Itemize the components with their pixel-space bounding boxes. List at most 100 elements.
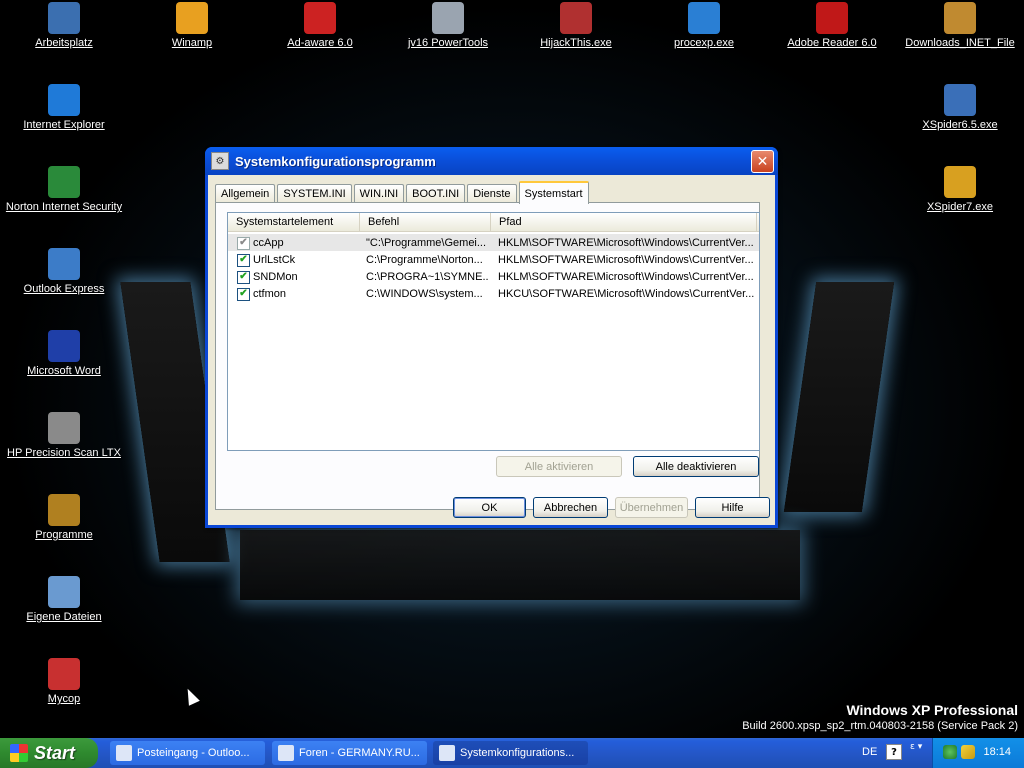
cell-path: HKLM\SOFTWARE\Microsoft\Windows\CurrentV…	[498, 253, 754, 266]
mycop-icon	[48, 658, 80, 690]
window-icon	[116, 745, 132, 761]
taskbar-button-label: Posteingang - Outloo...	[137, 747, 250, 759]
taskbar-button[interactable]: Posteingang - Outloo...	[110, 741, 265, 765]
tab-strip: Allgemein SYSTEM.INI WIN.INI BOOT.INI Di…	[215, 181, 591, 204]
adobe-icon	[816, 2, 848, 34]
desktop-icon-label: XSpider7.exe	[926, 201, 994, 213]
desktop-icon-label: Ad-aware 6.0	[287, 37, 353, 49]
cell-command: C:\PROGRA~1\SYMNE...	[366, 270, 488, 283]
ok-button[interactable]: OK	[453, 497, 526, 518]
desktop-icon-bulb[interactable]: jv16 PowerTools	[384, 2, 512, 49]
ie-icon	[48, 84, 80, 116]
table-row[interactable]: ✔ UrlLstCk C:\Programme\Norton... HKLM\SOFT…	[228, 251, 759, 268]
windows-brand: Windows XP Professional Build 2600.xpsp_…	[742, 702, 1018, 732]
desktop-icon-label: Microsoft Word	[27, 365, 101, 377]
disable-all-button[interactable]: Alle deaktivieren	[633, 456, 759, 477]
cell-element: ctfmon	[253, 287, 287, 300]
adaware-icon	[304, 2, 336, 34]
desktop-icon-computer[interactable]: Arbeitsplatz	[0, 2, 128, 49]
taskbar-button[interactable]: Foren - GERMANY.RU...	[272, 741, 427, 765]
startup-checkbox[interactable]: ✔	[237, 237, 250, 250]
desktop: Arbeitsplatz Winamp Ad-aware 6.0 jv16 Power…	[0, 0, 1024, 738]
security-tray-icon[interactable]	[961, 745, 975, 759]
dialog-titlebar[interactable]: ⚙ Systemkonfigurationsprogramm ✕	[205, 147, 778, 175]
brand-build: Build 2600.xpsp_sp2_rtm.040803-2158 (Ser…	[742, 720, 1018, 732]
documents-icon	[48, 576, 80, 608]
start-button[interactable]: Start	[0, 738, 98, 768]
taskbar-button[interactable]: Systemkonfigurations...	[433, 741, 588, 765]
column-header-path[interactable]: Pfad	[491, 213, 757, 231]
msconfig-dialog: ⚙ Systemkonfigurationsprogramm ✕ Allgeme…	[205, 147, 778, 528]
table-row[interactable]: ✔ ccApp "C:\Programme\Gemei... HKLM\SOFTWAR…	[228, 234, 759, 251]
startup-checkbox[interactable]: ✔	[237, 271, 250, 284]
tab-boot-ini[interactable]: BOOT.INI	[406, 184, 466, 203]
desktop-icon-mycop[interactable]: Mycop	[0, 658, 128, 705]
desktop-icon-label: Winamp	[171, 37, 213, 49]
desktop-icon-adaware[interactable]: Ad-aware 6.0	[256, 2, 384, 49]
hijack-icon	[560, 2, 592, 34]
wallpaper-shape-bottom	[240, 530, 800, 600]
cell-command: C:\Programme\Norton...	[366, 253, 483, 266]
desktop-icon-programs[interactable]: Programme	[0, 494, 128, 541]
scanner-icon	[48, 412, 80, 444]
apply-button[interactable]: Übernehmen	[615, 497, 688, 518]
startup-checkbox[interactable]: ✔	[237, 288, 250, 301]
tab-win-ini[interactable]: WIN.INI	[353, 184, 405, 203]
desktop-icon-windows-flag[interactable]: procexp.exe	[640, 2, 768, 49]
column-header-command[interactable]: Befehl	[360, 213, 491, 231]
word-icon	[48, 330, 80, 362]
cancel-button[interactable]: Abbrechen	[533, 497, 608, 518]
bulb-icon	[432, 2, 464, 34]
tab-allgemein[interactable]: Allgemein	[215, 184, 276, 203]
desktop-icon-label: procexp.exe	[674, 37, 734, 49]
desktop-icon-outlook[interactable]: Outlook Express	[0, 248, 128, 295]
language-indicator[interactable]: DE	[862, 746, 877, 758]
table-row[interactable]: ✔ ctfmon C:\WINDOWS\system... HKCU\SOFTWARE…	[228, 285, 759, 302]
help-button[interactable]: Hilfe	[695, 497, 770, 518]
desktop-icon-ie[interactable]: Internet Explorer	[0, 84, 128, 131]
tab-systemstart[interactable]: Systemstart	[518, 181, 589, 204]
startup-checkbox[interactable]: ✔	[237, 254, 250, 267]
desktop-icon-folder-images[interactable]: Downloads_INET_File	[896, 2, 1024, 49]
desktop-icon-word[interactable]: Microsoft Word	[0, 330, 128, 377]
enable-all-button[interactable]: Alle aktivieren	[496, 456, 622, 477]
desktop-icon-label: Outlook Express	[23, 283, 105, 295]
systemstart-panel: Systemstartelement Befehl Pfad ✔ ccApp "C:…	[215, 202, 760, 510]
desktop-icon-label: Downloads_INET_File	[905, 37, 1015, 49]
clock[interactable]: 18:14	[983, 746, 1011, 758]
desktop-icon-xspider[interactable]: XSpider6.5.exe	[896, 84, 1024, 131]
desktop-icon-label: Internet Explorer	[23, 119, 105, 131]
language-bar-arrows[interactable]: ε ▾	[910, 742, 922, 752]
desktop-icon-label: Mycop	[47, 693, 81, 705]
wallpaper-shape-right	[783, 282, 895, 512]
desktop-icon-label: Eigene Dateien	[26, 611, 102, 623]
column-header-element[interactable]: Systemstartelement	[228, 213, 360, 231]
xspider-icon	[944, 84, 976, 116]
desktop-icon-globe[interactable]: Norton Internet Security	[0, 166, 128, 213]
desktop-icon-label: Norton Internet Security	[5, 201, 123, 213]
windows-flag-icon	[688, 2, 720, 34]
close-button[interactable]: ✕	[751, 150, 774, 173]
taskbar-button-label: Foren - GERMANY.RU...	[299, 747, 420, 759]
tab-system-ini[interactable]: SYSTEM.INI	[277, 184, 352, 203]
startup-list[interactable]: Systemstartelement Befehl Pfad ✔ ccApp "C:…	[227, 212, 760, 451]
desktop-icon-label: Programme	[35, 529, 93, 541]
help-icon[interactable]: ?	[886, 744, 902, 760]
start-label: Start	[34, 742, 76, 763]
desktop-icon-xspider7[interactable]: XSpider7.exe	[896, 166, 1024, 213]
desktop-icon-hijack[interactable]: HijackThis.exe	[512, 2, 640, 49]
table-row[interactable]: ✔ SNDMon C:\PROGRA~1\SYMNE... HKLM\SOFTWARE…	[228, 268, 759, 285]
desktop-icon-adobe[interactable]: Adobe Reader 6.0	[768, 2, 896, 49]
cell-path: HKCU\SOFTWARE\Microsoft\Windows\CurrentV…	[498, 287, 754, 300]
desktop-icon-documents[interactable]: Eigene Dateien	[0, 576, 128, 623]
cell-command: C:\WINDOWS\system...	[366, 287, 483, 300]
tab-dienste[interactable]: Dienste	[467, 184, 517, 203]
desktop-icon-label: XSpider6.5.exe	[922, 119, 998, 131]
mouse-cursor-icon	[182, 686, 200, 706]
desktop-icon-label: jv16 PowerTools	[407, 37, 489, 49]
window-icon	[439, 745, 455, 761]
desktop-icon-winamp[interactable]: Winamp	[128, 2, 256, 49]
desktop-icon-label: Arbeitsplatz	[35, 37, 93, 49]
desktop-icon-scanner[interactable]: HP Precision Scan LTX	[0, 412, 128, 459]
network-globe-icon[interactable]	[943, 745, 957, 759]
